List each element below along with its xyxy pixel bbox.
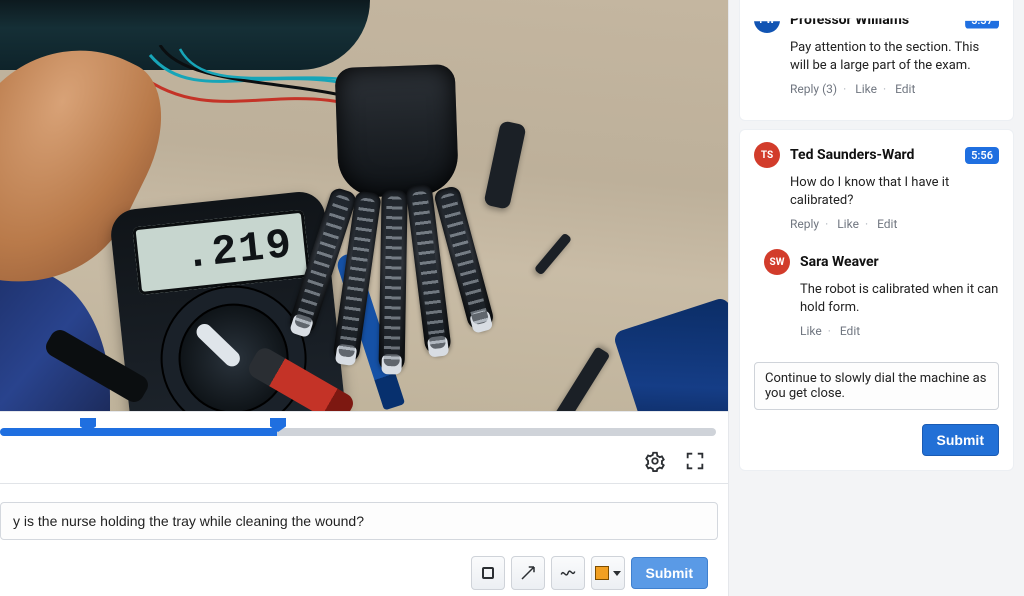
avatar: PW (754, 7, 780, 33)
comments-sidebar: PW Professor Williams 5:37 Pay attention… (729, 0, 1024, 596)
timestamp-badge[interactable]: 5:37 (965, 12, 999, 29)
comment-actions: Reply (3)· Like· Edit (790, 82, 999, 96)
comment-actions: Reply· Like· Edit (790, 217, 999, 231)
timestamp-badge[interactable]: 5:56 (965, 147, 999, 164)
reply-link[interactable]: Reply (3) (790, 82, 837, 96)
tool-row: Submit (0, 556, 718, 590)
comment-0: PW Professor Williams 5:37 Pay attention… (754, 7, 999, 96)
comment-card-1: TS Ted Saunders-Ward 5:56 How do I know … (739, 129, 1014, 471)
edit-link[interactable]: Edit (877, 217, 897, 231)
multimeter-reading: .219 (132, 209, 310, 295)
tool-color[interactable] (591, 556, 625, 590)
scrubber-fill (0, 428, 277, 436)
comment-2: SW Sara Weaver The robot is calibrated w… (764, 249, 999, 338)
reply-input[interactable] (754, 362, 999, 410)
tool-arrow[interactable] (511, 556, 545, 590)
comment-card-0: PW Professor Williams 5:37 Pay attention… (739, 0, 1014, 121)
main-column: .219 (0, 0, 729, 596)
tool-rectangle[interactable] (471, 556, 505, 590)
tool-freehand[interactable] (551, 556, 585, 590)
comment-author: Professor Williams (790, 12, 909, 28)
video-area[interactable]: .219 (0, 0, 728, 411)
sidebar-submit-button[interactable]: Submit (922, 424, 999, 456)
like-link[interactable]: Like (837, 217, 859, 231)
edit-link[interactable]: Edit (895, 82, 915, 96)
avatar: TS (754, 142, 780, 168)
reply-link[interactable]: Reply (790, 217, 819, 231)
comment-actions: Like· Edit (800, 324, 999, 338)
like-link[interactable]: Like (855, 82, 877, 96)
editor-submit-button[interactable]: Submit (631, 557, 708, 589)
question-input[interactable] (0, 502, 718, 540)
comment-body: How do I know that I have it calibrated? (790, 174, 999, 209)
comment-body: Pay attention to the section. This will … (790, 39, 999, 74)
avatar: SW (764, 249, 790, 275)
like-link[interactable]: Like (800, 324, 822, 338)
app-root: .219 (0, 0, 1024, 596)
video-scrubber[interactable] (0, 411, 728, 443)
comment-author: Ted Saunders-Ward (790, 147, 914, 163)
edit-link[interactable]: Edit (840, 324, 860, 338)
fullscreen-icon[interactable] (684, 450, 706, 476)
robot-hand (295, 63, 506, 380)
comment-body: The robot is calibrated when it can hold… (800, 281, 999, 316)
settings-icon[interactable] (644, 450, 666, 476)
video-controls (0, 443, 728, 483)
comment-1: TS Ted Saunders-Ward 5:56 How do I know … (754, 142, 999, 231)
question-editor: Submit (0, 483, 728, 596)
comment-author: Sara Weaver (800, 254, 879, 270)
